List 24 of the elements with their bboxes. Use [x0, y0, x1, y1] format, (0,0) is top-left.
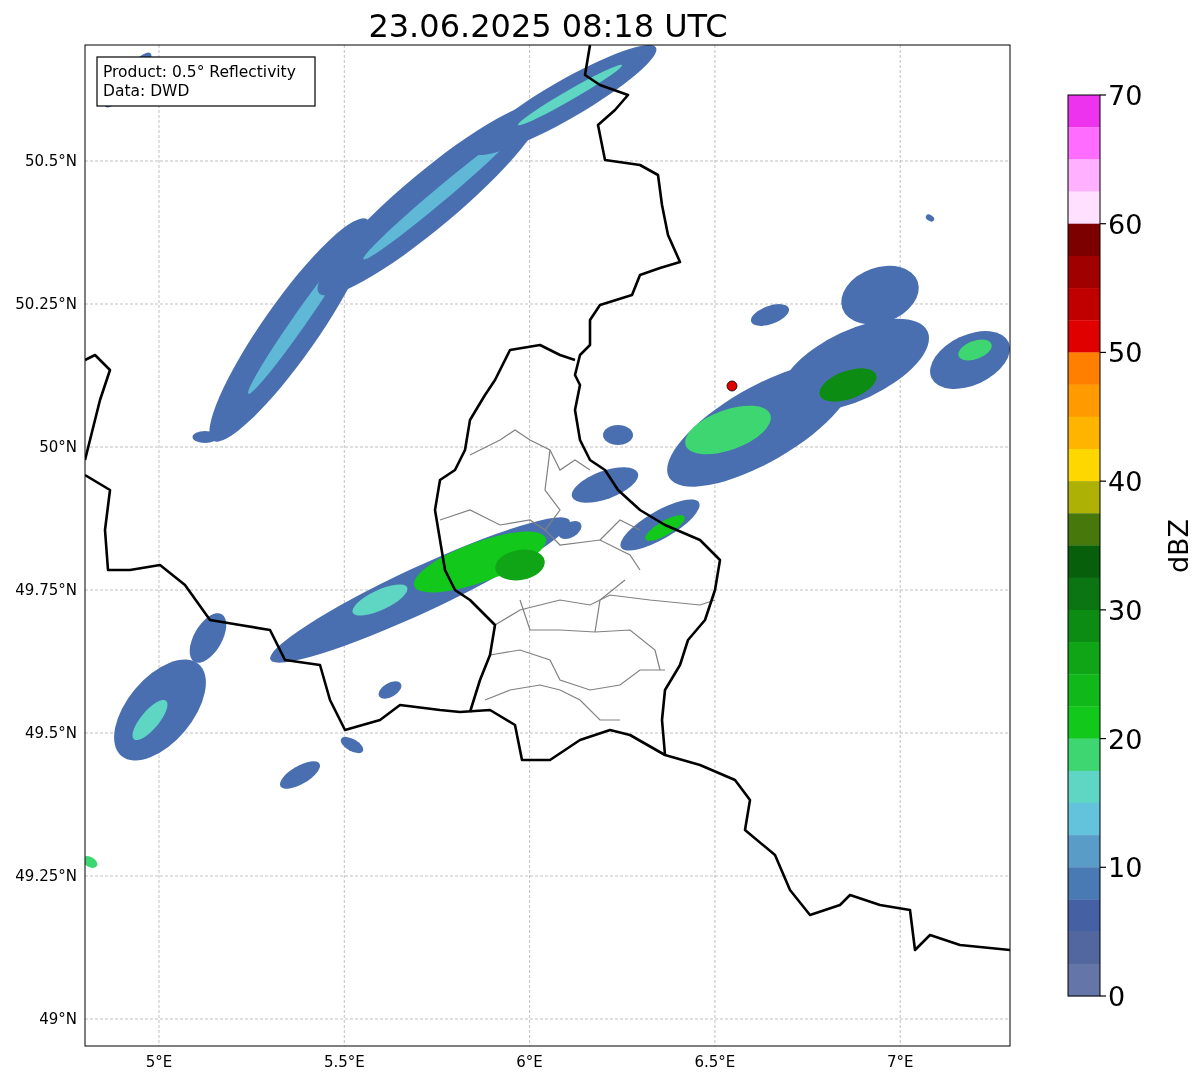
latitude-label: 50.25°N	[15, 295, 77, 313]
latitude-label: 49.5°N	[24, 724, 77, 742]
latitude-label: 49°N	[39, 1010, 77, 1028]
longitude-label: 5.5°E	[323, 1053, 365, 1071]
longitude-label: 5°E	[145, 1053, 173, 1071]
colorbar-tick-label: 60	[1108, 208, 1143, 240]
colorbar-tick-label: 20	[1108, 723, 1143, 755]
chart-title: 23.06.2025 08:18 UTC	[368, 7, 728, 45]
longitude-label: 7°E	[886, 1053, 914, 1071]
colorbar-tick-label: 50	[1108, 337, 1143, 369]
colorbar-label: dBZ	[1163, 518, 1194, 574]
info-text: Product: 0.5° Reflectivity	[103, 63, 296, 81]
latitude-label: 50°N	[39, 438, 77, 456]
latitude-label: 49.25°N	[15, 867, 77, 885]
colorbar-tick-label: 30	[1108, 594, 1143, 626]
latitude-label: 49.75°N	[15, 581, 77, 599]
colorbar-tick-label: 70	[1108, 80, 1143, 111]
colorbar-tick-label: 40	[1108, 466, 1143, 498]
latitude-label: 50.5°N	[24, 152, 77, 170]
longitude-label: 6°E	[516, 1053, 543, 1071]
longitude-label: 6.5°E	[694, 1053, 736, 1071]
colorbar-tick-label: 0	[1108, 981, 1126, 1012]
info-text: Data: DWD	[103, 82, 190, 100]
colorbar-tick-label: 10	[1108, 852, 1143, 884]
